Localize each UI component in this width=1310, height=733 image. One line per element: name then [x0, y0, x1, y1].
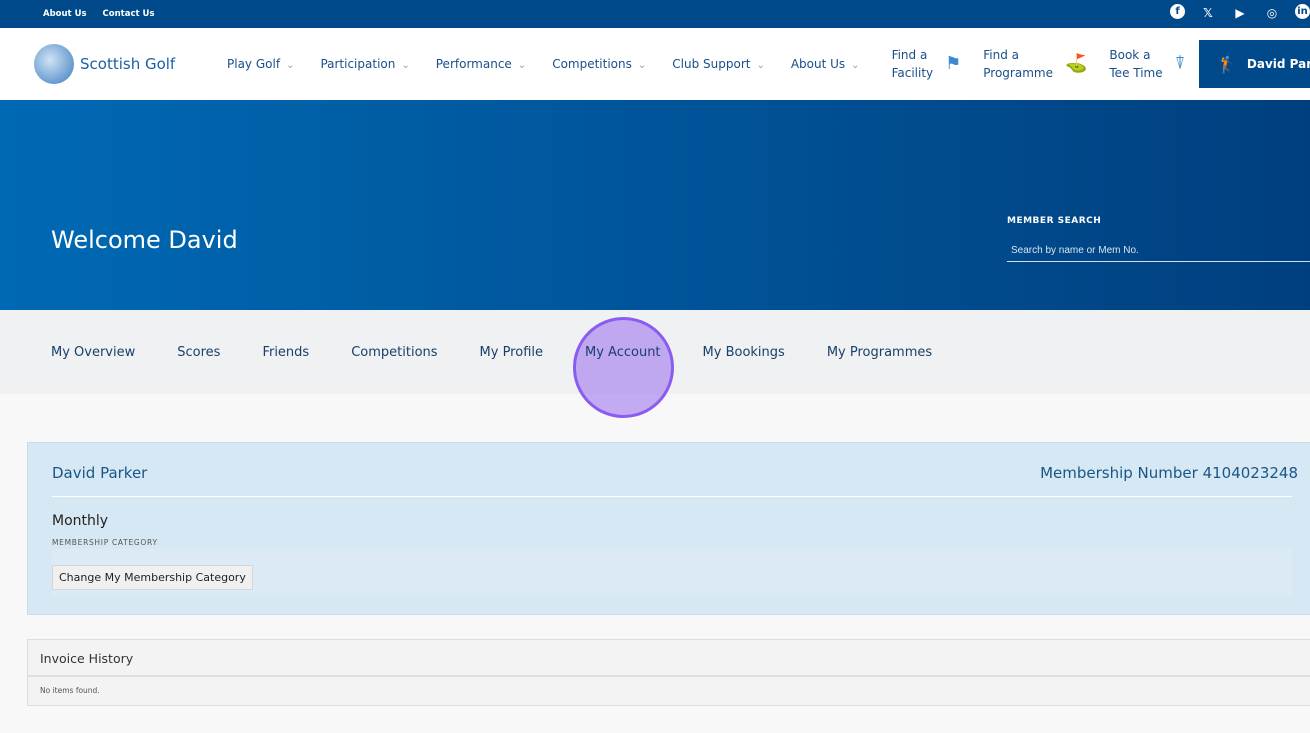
membership-category-value: Monthly — [52, 513, 109, 529]
top-link-about[interactable]: About Us — [43, 9, 87, 19]
social-links: f 𝕏 ▶ ◎ in — [1170, 4, 1310, 22]
member-search: MEMBER SEARCH — [1007, 216, 1310, 262]
membership-card: David Parker Membership Number 410402324… — [27, 442, 1310, 615]
youtube-icon[interactable]: ▶ — [1231, 4, 1249, 22]
tab-my-bookings[interactable]: My Bookings — [703, 345, 785, 360]
flag-icon: ⚑ — [945, 53, 962, 74]
nav-about-us[interactable]: About Us ⌄ — [791, 57, 860, 71]
tab-competitions[interactable]: Competitions — [351, 345, 437, 360]
member-name: David Parker — [52, 464, 148, 482]
member-search-label: MEMBER SEARCH — [1007, 216, 1102, 226]
top-bar: About Us Contact Us f 𝕏 ▶ ◎ in — [0, 0, 1310, 28]
quick-links: Find a Facility ⚑ Find a Programme ⛳ Book aT… — [892, 46, 1208, 82]
chevron-down-icon: ⌄ — [851, 60, 860, 71]
tab-my-profile[interactable]: My Profile — [480, 345, 543, 360]
find-programme-link[interactable]: Find a Programme ⛳ — [983, 46, 1087, 82]
membership-category-label: MEMBERSHIP CATEGORY — [52, 538, 158, 547]
invoice-history-panel: Invoice History No items found. — [27, 639, 1310, 706]
chevron-down-icon: ⌄ — [286, 60, 295, 71]
welcome-heading: Welcome David — [51, 226, 238, 254]
top-link-contact[interactable]: Contact Us — [103, 9, 155, 19]
member-search-input[interactable] — [1007, 243, 1310, 262]
chevron-down-icon: ⌄ — [756, 60, 765, 71]
tab-my-account[interactable]: My Account — [585, 345, 661, 360]
nav-competitions[interactable]: Competitions ⌄ — [552, 57, 646, 71]
book-tee-time-link[interactable]: Book a Tee Time ⍒ — [1109, 46, 1185, 82]
divider — [52, 496, 1292, 497]
facebook-icon[interactable]: f — [1170, 4, 1185, 19]
find-facility-link[interactable]: Find a Facility ⚑ — [892, 46, 962, 82]
chevron-down-icon: ⌄ — [637, 60, 647, 71]
tee-icon: ⍒ — [1174, 53, 1186, 74]
golf-ball-logo-icon — [34, 44, 74, 84]
main-nav: Play Golf ⌄ Participation ⌄ Performance ⌄ C… — [227, 57, 886, 71]
invoice-empty-message: No items found. — [40, 686, 100, 695]
tab-friends[interactable]: Friends — [262, 345, 309, 360]
green-flag-icon: ⛳ — [1064, 53, 1088, 74]
tab-scores[interactable]: Scores — [177, 345, 220, 360]
chevron-down-icon: ⌄ — [517, 60, 527, 71]
tab-my-overview[interactable]: My Overview — [51, 345, 135, 360]
logo-text: Scottish Golf — [80, 55, 176, 73]
welcome-banner: Welcome David MEMBER SEARCH — [0, 100, 1310, 310]
membership-number: Membership Number 4104023248 — [1040, 464, 1298, 482]
main-header: Scottish Golf Play Golf ⌄ Participation ⌄ … — [0, 28, 1310, 100]
instagram-icon[interactable]: ◎ — [1263, 4, 1281, 22]
tab-my-programmes[interactable]: My Programmes — [827, 345, 932, 360]
account-tabs: My Overview Scores Friends Competitions … — [0, 310, 1310, 394]
logo[interactable]: Scottish Golf — [34, 44, 224, 84]
user-menu-button[interactable]: 🏌David Parker — [1199, 40, 1310, 88]
invoice-history-title: Invoice History — [28, 640, 1310, 677]
linkedin-icon[interactable]: in — [1295, 4, 1310, 19]
x-icon[interactable]: 𝕏 — [1199, 4, 1217, 22]
nav-club-support[interactable]: Club Support ⌄ — [672, 57, 765, 71]
nav-participation[interactable]: Participation ⌄ — [320, 57, 409, 71]
change-membership-category-button[interactable]: Change My Membership Category — [52, 565, 253, 590]
nav-performance[interactable]: Performance ⌄ — [436, 57, 526, 71]
nav-play-golf[interactable]: Play Golf ⌄ — [227, 57, 294, 71]
chevron-down-icon: ⌄ — [401, 60, 410, 71]
golfer-icon: 🏌 — [1217, 54, 1237, 74]
